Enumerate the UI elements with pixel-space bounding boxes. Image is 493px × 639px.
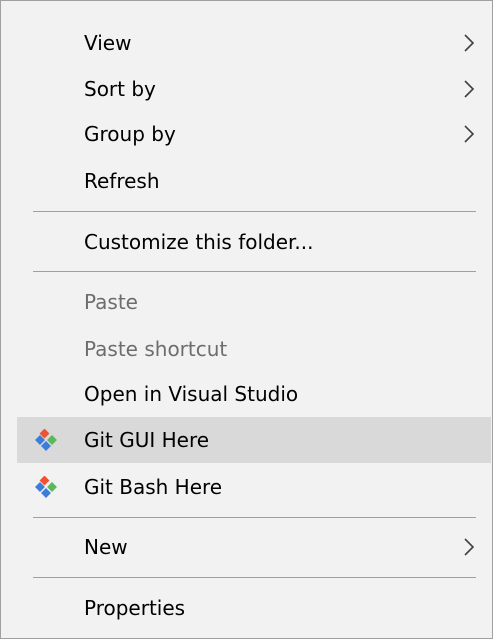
- chevron-right-icon: [463, 33, 475, 53]
- menu-item-properties-label: Properties: [84, 596, 186, 620]
- menu-item-open-in-visual-studio-label: Open in Visual Studio: [84, 382, 299, 406]
- chevron-right-icon: [463, 537, 475, 557]
- menu-item-group-by[interactable]: Group by: [17, 111, 491, 157]
- menu-item-customize-folder-label: Customize this folder...: [84, 230, 314, 254]
- menu-separator: [33, 271, 476, 272]
- chevron-right-icon: [463, 79, 475, 99]
- context-menu: View Sort by Group by Refresh Customize …: [0, 0, 493, 639]
- menu-separator: [33, 517, 476, 518]
- menu-separator: [33, 577, 476, 578]
- menu-item-paste-shortcut-label: Paste shortcut: [84, 337, 228, 361]
- menu-item-new-label: New: [84, 535, 128, 559]
- menu-separator: [33, 211, 476, 212]
- menu-item-paste: Paste: [17, 279, 491, 325]
- chevron-right-icon: [463, 124, 475, 144]
- menu-item-group-by-label: Group by: [84, 122, 176, 146]
- menu-item-new[interactable]: New: [17, 524, 491, 570]
- menu-item-git-bash-here[interactable]: Git Bash Here: [17, 464, 491, 510]
- menu-item-refresh-label: Refresh: [84, 169, 160, 193]
- menu-item-git-gui-here[interactable]: Git GUI Here: [17, 417, 491, 463]
- git-logo-icon: [35, 476, 57, 498]
- menu-item-git-gui-here-label: Git GUI Here: [84, 428, 210, 452]
- menu-item-refresh[interactable]: Refresh: [17, 158, 491, 204]
- menu-item-sort-by-label: Sort by: [84, 77, 156, 101]
- menu-item-sort-by[interactable]: Sort by: [17, 66, 491, 112]
- menu-item-git-bash-here-label: Git Bash Here: [84, 475, 223, 499]
- menu-item-properties[interactable]: Properties: [17, 585, 491, 631]
- menu-item-paste-label: Paste: [84, 290, 138, 314]
- menu-item-customize-folder[interactable]: Customize this folder...: [17, 219, 491, 265]
- menu-item-paste-shortcut: Paste shortcut: [17, 326, 491, 372]
- menu-item-view-label: View: [84, 31, 132, 55]
- menu-item-open-in-visual-studio[interactable]: Open in Visual Studio: [17, 371, 491, 417]
- git-logo-icon: [35, 429, 57, 451]
- menu-item-view[interactable]: View: [17, 20, 491, 66]
